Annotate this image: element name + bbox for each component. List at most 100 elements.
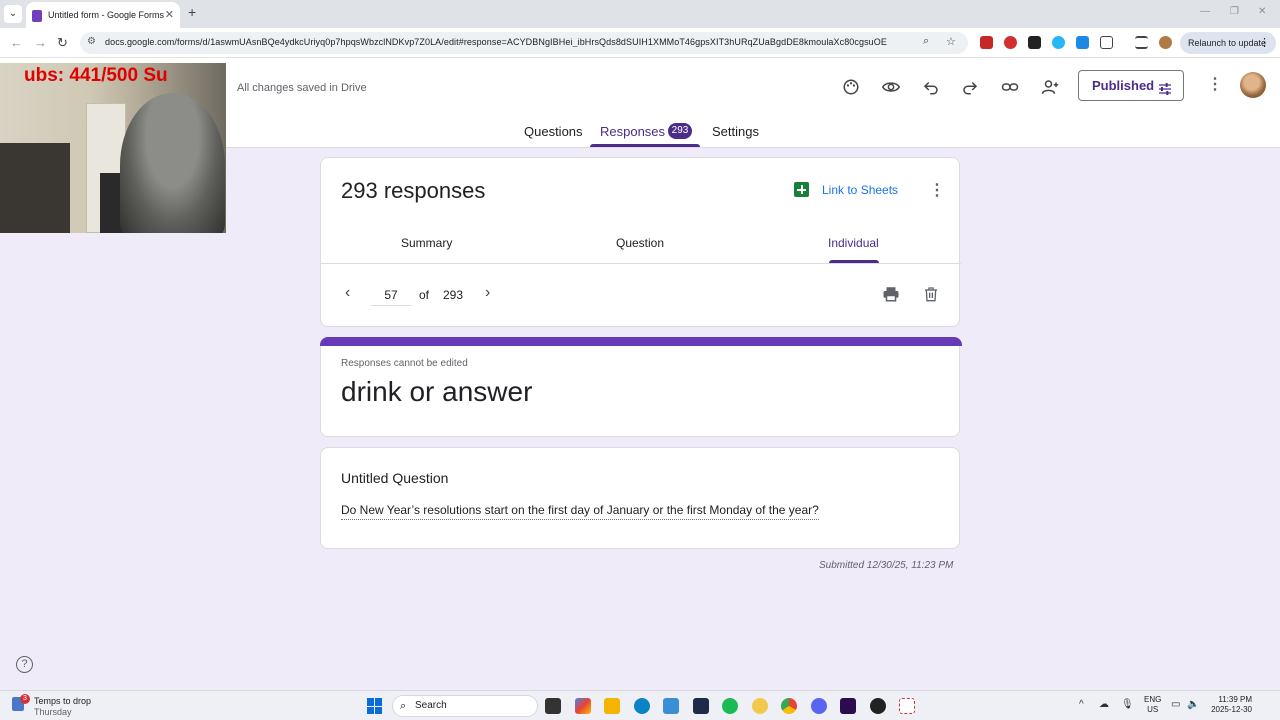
extension-icon[interactable] — [1028, 36, 1041, 49]
palette-icon[interactable] — [840, 76, 862, 98]
tab-individual[interactable]: Individual — [828, 236, 879, 250]
responses-count-title: 293 responses — [341, 178, 486, 203]
browser-tab[interactable]: Untitled form - Google Forms ✕ — [26, 2, 180, 28]
minimize-icon[interactable]: — — [1200, 6, 1210, 17]
weather-badge: 3 — [20, 694, 30, 704]
tune-icon — [1157, 78, 1173, 107]
language-indicator[interactable]: ENG US — [1144, 695, 1161, 715]
extension-icon[interactable] — [1052, 36, 1065, 49]
responses-count-badge: 293 — [668, 123, 692, 139]
network-icon[interactable]: ▭ — [1171, 699, 1180, 710]
edge-icon[interactable] — [634, 698, 650, 714]
windows-start-icon[interactable] — [367, 698, 383, 714]
form-title-card: Responses cannot be edited drink or answ… — [320, 337, 962, 437]
previous-response-icon[interactable]: ‹ — [345, 284, 350, 302]
published-label: Published — [1092, 78, 1155, 93]
microphone-icon[interactable]: 🎙 — [1121, 699, 1134, 710]
sheets-icon — [794, 182, 809, 197]
tab-responses[interactable]: Responses — [600, 124, 665, 139]
print-icon[interactable] — [880, 283, 902, 305]
save-status: All changes saved in Drive — [237, 82, 367, 94]
zoom-icon[interactable]: ⌕ — [923, 35, 929, 48]
tab-settings[interactable]: Settings — [712, 124, 759, 139]
profile-avatar[interactable] — [1159, 36, 1172, 49]
taskbar: 3 Temps to drop Thursday ⌕ Search ^ ☁ 🎙 E… — [0, 690, 1280, 720]
back-icon[interactable]: ← — [10, 35, 23, 50]
next-response-icon[interactable]: › — [485, 284, 490, 302]
reload-icon[interactable]: ↻ — [57, 35, 68, 51]
add-collaborator-icon[interactable] — [1039, 76, 1061, 98]
onedrive-icon[interactable]: ☁ — [1099, 699, 1109, 710]
pager-total: 293 — [443, 288, 464, 302]
tab-question[interactable]: Question — [616, 236, 664, 250]
tab-summary[interactable]: Summary — [401, 236, 452, 250]
question-title: Untitled Question — [341, 470, 449, 486]
extension-icon[interactable] — [1076, 36, 1089, 49]
snipping-tool-icon[interactable] — [899, 698, 915, 714]
responses-locked-notice: Responses cannot be edited — [341, 358, 468, 369]
restore-icon[interactable]: ❐ — [1230, 6, 1239, 17]
taskbar-search-label: Search — [415, 700, 447, 711]
window-close-icon[interactable]: ✕ — [1258, 6, 1266, 17]
taskbar-search[interactable]: ⌕ Search — [392, 695, 538, 717]
forward-icon[interactable]: → — [34, 35, 47, 50]
copilot-icon[interactable] — [575, 698, 591, 714]
app-icon[interactable] — [752, 698, 768, 714]
spotify-icon[interactable] — [722, 698, 738, 714]
active-tab-indicator — [590, 144, 700, 147]
volume-icon[interactable]: 🔈 — [1187, 699, 1199, 710]
close-icon[interactable]: ✕ — [165, 2, 174, 28]
system-clock[interactable]: 11:39 PM 2025-12-30 — [1208, 695, 1252, 715]
tray-overflow-icon[interactable]: ^ — [1079, 699, 1084, 710]
new-tab-icon[interactable]: + — [188, 4, 196, 20]
notepad-icon[interactable] — [663, 698, 679, 714]
published-button[interactable]: Published — [1078, 70, 1184, 101]
relaunch-label: Relaunch to update — [1188, 38, 1267, 48]
more-vert-icon[interactable]: ⋮ — [1259, 32, 1270, 54]
question-answer: Do New Year’s resolutions start on the f… — [341, 503, 819, 520]
lang-line1: ENG — [1144, 695, 1162, 704]
response-number-input[interactable]: 57 — [371, 284, 411, 306]
lang-line2: US — [1147, 705, 1159, 714]
search-icon: ⌕ — [400, 700, 407, 712]
webcam-overlay-text: ubs: 441/500 Su — [24, 65, 168, 86]
extension-icon[interactable] — [1004, 36, 1017, 49]
app-icon[interactable] — [693, 698, 709, 714]
premiere-icon[interactable] — [840, 698, 856, 714]
reading-list-icon[interactable] — [1135, 36, 1148, 49]
divider — [321, 263, 961, 264]
webcam-person — [120, 93, 225, 233]
discord-icon[interactable] — [811, 698, 827, 714]
tab-search-icon[interactable]: ⌄ — [4, 5, 22, 23]
more-vert-icon[interactable]: ⋮ — [929, 180, 945, 200]
site-info-icon[interactable]: ⚙ — [87, 36, 96, 47]
form-accent-bar — [320, 337, 962, 346]
relaunch-button[interactable]: Relaunch to update ⋮ — [1180, 32, 1276, 54]
undo-icon[interactable] — [920, 76, 942, 98]
file-explorer-icon[interactable] — [604, 698, 620, 714]
link-to-sheets-button[interactable]: Link to Sheets — [794, 182, 898, 197]
tab-questions[interactable]: Questions — [524, 124, 583, 139]
weather-line1: Temps to drop — [34, 696, 92, 706]
link-to-sheets-label: Link to Sheets — [822, 182, 899, 197]
more-vert-icon[interactable]: ⋮ — [1207, 74, 1223, 94]
redo-icon[interactable] — [959, 76, 981, 98]
url-text[interactable]: docs.google.com/forms/d/1aswmUAsnBQe4ydk… — [105, 37, 905, 47]
preview-eye-icon[interactable] — [880, 76, 902, 98]
account-avatar[interactable] — [1240, 72, 1266, 98]
form-title: drink or answer — [341, 376, 533, 407]
obs-icon[interactable] — [870, 698, 886, 714]
bookmark-star-icon[interactable]: ☆ — [946, 35, 956, 48]
extension-icon[interactable] — [980, 36, 993, 49]
chrome-icon[interactable] — [781, 698, 797, 714]
link-icon[interactable] — [999, 76, 1021, 98]
delete-icon[interactable] — [920, 283, 942, 305]
clock-time: 11:39 PM — [1218, 695, 1252, 704]
weather-text: Temps to drop Thursday — [34, 696, 91, 718]
tab-title: Untitled form - Google Forms — [48, 10, 165, 20]
extensions-puzzle-icon[interactable] — [1100, 36, 1113, 49]
help-icon[interactable]: ? — [16, 656, 33, 673]
address-bar-row: ← → ↻ ⚙ docs.google.com/forms/d/1aswmUAs… — [0, 28, 1280, 58]
omnibox[interactable]: ⚙ docs.google.com/forms/d/1aswmUAsnBQe4y… — [80, 32, 968, 54]
task-view-icon[interactable] — [545, 698, 561, 714]
